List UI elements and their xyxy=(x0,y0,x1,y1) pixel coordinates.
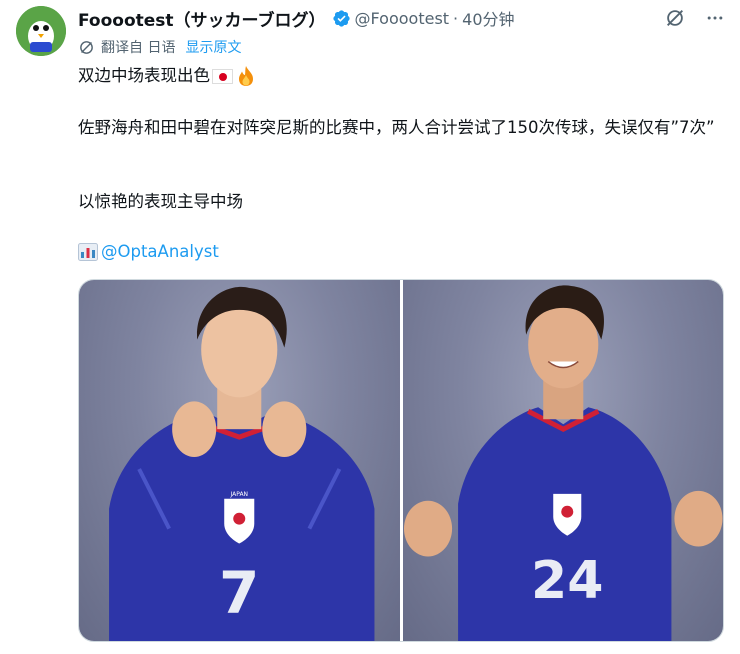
separator-dot: · xyxy=(453,8,459,28)
media-grid: JAPAN 7 24 xyxy=(78,279,724,642)
fire-icon xyxy=(236,65,256,87)
bar-chart-icon xyxy=(78,243,98,261)
post-mention-line: @OptaAnalyst xyxy=(78,240,219,264)
author-name[interactable]: Fooootest（サッカーブログ） xyxy=(78,6,326,31)
post-text-line2: 佐野海舟和田中碧在对阵突尼斯的比赛中，两人合计尝试了150次传球，失误仅有”7次… xyxy=(78,118,715,137)
post-header: Fooootest（サッカーブログ） @Fooootest · 40分钟 xyxy=(78,6,726,31)
grok-icon[interactable] xyxy=(664,7,686,29)
translation-label: 翻译自 日语 xyxy=(101,40,176,56)
show-original-link[interactable]: 显示原文 xyxy=(185,37,241,57)
post-line-1: 双边中场表现出色 xyxy=(78,64,256,88)
post-text-line3: 以惊艳的表现主导中场 xyxy=(78,192,243,211)
post-text-line1: 双边中场表现出色 xyxy=(78,66,210,85)
japan-flag-icon xyxy=(212,68,233,84)
verified-badge-icon xyxy=(332,9,351,28)
globe-icon xyxy=(78,39,95,56)
crest-label: JAPAN xyxy=(229,491,248,498)
post-time[interactable]: 40分钟 xyxy=(462,6,514,30)
author-handle[interactable]: @Fooootest xyxy=(355,9,450,28)
avatar[interactable] xyxy=(16,6,66,56)
translation-bar: 翻译自 日语 显示原文 xyxy=(78,36,241,58)
more-icon[interactable] xyxy=(704,7,726,29)
photo-left[interactable]: JAPAN 7 xyxy=(79,280,400,641)
jersey-number-right: 24 xyxy=(531,551,603,611)
photo-right[interactable]: 24 xyxy=(402,280,723,641)
jersey-number-left: 7 xyxy=(219,559,259,627)
mention-link[interactable]: @OptaAnalyst xyxy=(101,240,219,264)
